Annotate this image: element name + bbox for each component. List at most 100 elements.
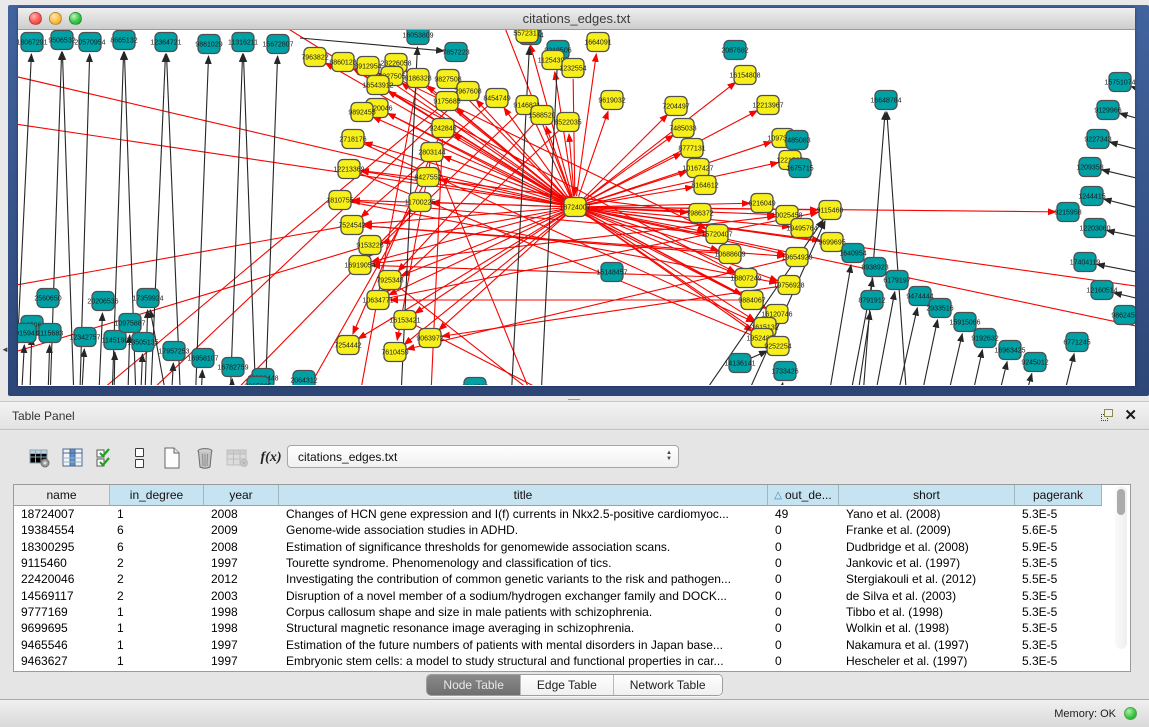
graph-node[interactable]: 6179197	[883, 271, 910, 290]
graph-node[interactable]: 9215958	[1054, 203, 1081, 222]
graph-node[interactable]: 8427552	[414, 168, 441, 187]
graph-node[interactable]: 15148457	[596, 263, 627, 282]
graph-node[interactable]: 12364721	[150, 33, 181, 52]
graph-node[interactable]: 12203060	[1079, 219, 1110, 238]
graph-node[interactable]: 19654923	[781, 248, 812, 267]
graph-node[interactable]: 2087682	[721, 41, 748, 60]
graph-node[interactable]: 2803144	[418, 143, 445, 162]
table-row[interactable]: 1872400712008Changes of HCN gene express…	[14, 506, 1130, 522]
table-mode-icon[interactable]	[26, 444, 54, 472]
table-row[interactable]: 946554611997Estimation of the future num…	[14, 636, 1130, 652]
table-select-dropdown[interactable]: citations_edges.txt ▲▼	[287, 445, 679, 468]
graph-node[interactable]: 17359924	[132, 289, 163, 308]
table-row[interactable]: 1456911722003Disruption of a novel membe…	[14, 587, 1130, 603]
graph-node[interactable]: 9175685	[433, 92, 460, 111]
graph-node[interactable]: 9245012	[1021, 353, 1048, 372]
graph-node[interactable]: 8186328	[404, 69, 431, 88]
graph-node[interactable]: 1646590	[461, 378, 488, 386]
graph-node[interactable]: 19495764	[786, 219, 817, 238]
scrollbar-thumb[interactable]	[1117, 489, 1125, 515]
graph-node[interactable]: 2560650	[34, 289, 61, 308]
column-header-name[interactable]: name	[14, 485, 110, 506]
graph-node[interactable]: 6216049	[748, 194, 775, 213]
graph-node[interactable]: 18067291	[18, 33, 48, 52]
graph-node[interactable]: 8860128	[329, 53, 356, 72]
graph-node[interactable]: 13505135	[127, 333, 158, 352]
tab-edge-table[interactable]: Edge Table	[521, 675, 614, 695]
delete-table-icon[interactable]	[224, 444, 252, 472]
graph-node[interactable]: 1232554	[559, 59, 586, 78]
graph-node[interactable]: 10688609	[714, 245, 745, 264]
graph-node[interactable]: 8665132	[110, 31, 137, 50]
graph-node[interactable]: 8791912	[858, 291, 885, 310]
graph-node[interactable]: 1209358	[1076, 158, 1103, 177]
graph-node[interactable]: 9063972	[416, 329, 443, 348]
column-header-pagerank[interactable]: pagerank	[1015, 485, 1102, 506]
graph-node[interactable]: 15915066	[949, 313, 980, 332]
graph-node[interactable]: 12213967	[752, 96, 783, 115]
vertical-scrollbar[interactable]	[1115, 486, 1127, 649]
graph-node[interactable]: 16153421	[389, 311, 420, 330]
graph-node[interactable]: 15672807	[262, 35, 293, 54]
graph-node[interactable]: 1145190	[102, 331, 129, 350]
graph-node[interactable]: 16053809	[402, 30, 433, 45]
column-header-year[interactable]: year	[204, 485, 279, 506]
graph-node[interactable]: 15720407	[701, 225, 732, 244]
graph-node[interactable]: 1675715	[786, 159, 813, 178]
table-row[interactable]: 969969511998Structural magnetic resonanc…	[14, 620, 1130, 636]
graph-node[interactable]: 9192632	[971, 329, 998, 348]
table-row[interactable]: 977716911998Corpus callosum shape and si…	[14, 604, 1130, 620]
graph-node[interactable]: 1664091	[584, 33, 611, 52]
table-row[interactable]: 1830029562008Estimation of significance …	[14, 539, 1130, 555]
graph-node[interactable]: 7925348	[376, 271, 403, 290]
graph-node[interactable]: 1244415	[1078, 187, 1105, 206]
graph-node[interactable]: 8164612	[691, 176, 718, 195]
graph-node[interactable]: 7485083	[783, 131, 810, 150]
network-graph[interactable]: 18724007 18067291950653220570954 8665132 12…	[18, 30, 1135, 385]
graph-node[interactable]: 14136141	[724, 354, 755, 373]
graph-node[interactable]: 18807249	[730, 269, 761, 288]
graph-node[interactable]: 10167427	[682, 159, 713, 178]
graph-node[interactable]: 1733426	[771, 362, 798, 381]
graph-node[interactable]: 9242848	[429, 119, 456, 138]
tab-node-table[interactable]: Node Table	[427, 675, 521, 695]
graph-node[interactable]: 12213369	[333, 160, 364, 179]
graph-node[interactable]: 5572317	[513, 30, 540, 43]
graph-node[interactable]: 20570954	[74, 33, 105, 52]
graph-node[interactable]: 9506532	[48, 31, 75, 50]
close-panel-icon[interactable]: ✕	[1124, 409, 1137, 422]
select-columns-icon[interactable]	[92, 444, 120, 472]
graph-node[interactable]: 1640954	[839, 244, 866, 263]
graph-node[interactable]: 17404119	[1070, 253, 1101, 272]
table-row[interactable]: 946362711997Embryonic stem cells: a mode…	[14, 653, 1130, 669]
graph-node[interactable]: 7986372	[686, 204, 713, 223]
graph-node[interactable]: 8522035	[554, 113, 581, 132]
graph-node[interactable]: 9861029	[195, 35, 222, 54]
graph-node[interactable]: 11316211	[228, 33, 258, 52]
graph-node[interactable]: 2064312	[290, 371, 317, 386]
graph-node[interactable]: 7610459	[381, 343, 408, 362]
graph-node[interactable]: 11700225	[405, 193, 436, 212]
graph-node[interactable]: 15751074	[1104, 73, 1135, 92]
table-row[interactable]: 911546021997Tourette syndrome. Phenomeno…	[14, 555, 1130, 571]
graph-node[interactable]: 12342757	[69, 328, 100, 347]
graph-node[interactable]: 1588520	[528, 106, 555, 125]
graph-node[interactable]: 18724007	[559, 198, 590, 217]
graph-node[interactable]: 9227343	[1084, 130, 1111, 149]
graph-node[interactable]: 7485033	[669, 119, 696, 138]
graph-node[interactable]: 7524542	[338, 216, 365, 235]
graph-node[interactable]: 8777131	[678, 139, 705, 158]
graph-node[interactable]: 17957253	[158, 342, 189, 361]
graph-node[interactable]: 3915941	[18, 324, 39, 343]
graph-node[interactable]: 20206536	[87, 292, 118, 311]
graph-node[interactable]: 6771245	[1063, 333, 1090, 352]
show-column-icon[interactable]	[59, 444, 87, 472]
graph-node[interactable]: 9252254	[764, 337, 791, 356]
graph-node[interactable]: 9892455	[348, 103, 375, 122]
graph-node[interactable]: 2718176	[339, 130, 366, 149]
float-panel-icon[interactable]	[1101, 409, 1114, 422]
graph-node[interactable]: 12160514	[1086, 281, 1117, 300]
graph-node[interactable]: 7254442	[334, 336, 361, 355]
network-window-titlebar[interactable]: citations_edges.txt	[18, 8, 1135, 30]
column-header-title[interactable]: title	[279, 485, 768, 506]
